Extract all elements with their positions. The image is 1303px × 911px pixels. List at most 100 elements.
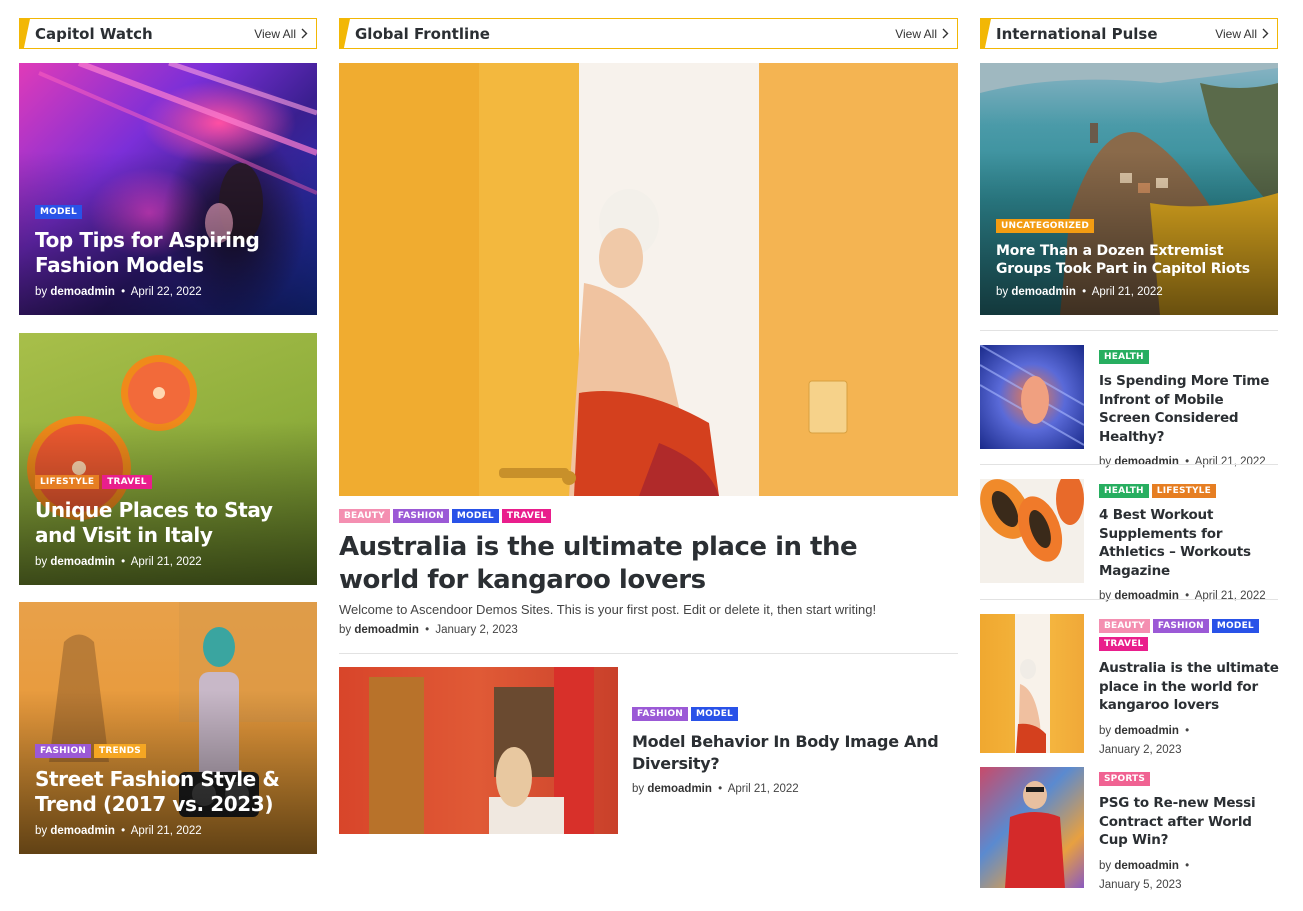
category-badge[interactable]: LIFESTYLE (35, 475, 100, 489)
post-meta: by demoadmin • January 2, 2023 (339, 624, 518, 636)
section-header: Global Frontline View All (339, 18, 958, 49)
view-all-label: View All (254, 26, 296, 41)
category-badge[interactable]: TRAVEL (1099, 637, 1149, 651)
post-date: April 21, 2022 (1091, 286, 1163, 298)
post-meta: by demoadmin • April 22, 2022 (35, 286, 202, 298)
post-title[interactable]: Top Tips for Aspiring Fashion Models (35, 228, 303, 278)
category-badge[interactable]: MODEL (35, 205, 82, 219)
author-link[interactable]: demoadmin (50, 286, 115, 298)
category-list: UNCATEGORIZED (996, 219, 1264, 237)
category-badge[interactable]: MODEL (451, 509, 499, 523)
divider (980, 464, 1278, 465)
post-card-content: LIFESTYLE TRAVEL Unique Places to Stay an… (35, 475, 303, 568)
post-card[interactable]: UNCATEGORIZED More Than a Dozen Extremis… (980, 63, 1278, 315)
category-badge[interactable]: BEAUTY (339, 509, 390, 523)
post-date: April 21, 2022 (130, 825, 202, 837)
post-title[interactable]: Model Behavior In Body Image And Diversi… (632, 731, 952, 775)
category-badge[interactable]: BEAUTY (1099, 619, 1150, 633)
author-link[interactable]: demoadmin (354, 624, 419, 636)
post-card: FASHION MODEL Model Behavior In Body Imag… (339, 667, 958, 834)
author-link[interactable]: demoadmin (50, 556, 115, 568)
section-international-pulse: International Pulse View All UNCATEGORIZ… (980, 18, 1279, 898)
author-link[interactable]: demoadmin (50, 825, 115, 837)
post-thumbnail[interactable] (980, 767, 1084, 888)
category-badge[interactable]: FASHION (632, 707, 689, 721)
category-badge[interactable]: FASHION (35, 744, 92, 758)
post-title[interactable]: Is Spending More Time Infront of Mobile … (1099, 372, 1279, 446)
category-badge[interactable]: TRENDS (94, 744, 146, 758)
author-link[interactable]: demoadmin (1011, 286, 1076, 298)
post-title[interactable]: Australia is the ultimate place in the w… (1099, 659, 1279, 715)
post-title[interactable]: More Than a Dozen Extremist Groups Took … (996, 242, 1264, 278)
divider (980, 330, 1278, 331)
section-header: Capitol Watch View All (19, 18, 317, 49)
interior-decoration (369, 667, 594, 834)
category-badge[interactable]: SPORTS (1099, 772, 1151, 786)
post-date: April 21, 2022 (727, 783, 799, 795)
post-title[interactable]: Street Fashion Style & Trend (2017 vs. 2… (35, 767, 303, 817)
post-thumbnail[interactable] (980, 614, 1084, 753)
post-card-content: FASHION TRENDS Street Fashion Style & Tre… (35, 744, 303, 837)
post-thumbnail[interactable] (980, 345, 1084, 449)
featured-post-image[interactable] (339, 63, 958, 496)
post-card-content: HEALTH LIFESTYLE 4 Best Workout Supplemen… (1099, 484, 1279, 606)
author-link[interactable]: demoadmin (647, 783, 712, 795)
author-link[interactable]: demoadmin (1114, 725, 1179, 737)
post-date: January 5, 2023 (1099, 878, 1182, 891)
category-badge[interactable]: UNCATEGORIZED (996, 219, 1095, 233)
chevron-right-icon (301, 28, 308, 39)
category-badge[interactable]: LIFESTYLE (1151, 484, 1216, 498)
category-list: FASHION MODEL (632, 707, 952, 725)
featured-post-excerpt: Welcome to Ascendoor Demos Sites. This i… (339, 602, 877, 617)
category-list: HEALTH (1099, 350, 1279, 368)
post-date: January 2, 2023 (435, 624, 518, 636)
category-badge[interactable]: TRAVEL (102, 475, 152, 489)
post-card[interactable]: MODEL Top Tips for Aspiring Fashion Mode… (19, 63, 317, 315)
view-all-link[interactable]: View All (1215, 27, 1269, 41)
chevron-right-icon (1262, 28, 1269, 39)
category-badge[interactable]: FASHION (392, 509, 449, 523)
section-title: Capitol Watch (35, 24, 153, 43)
featured-post-title[interactable]: Australia is the ultimate place in the w… (339, 531, 939, 597)
post-card-content: HEALTH Is Spending More Time Infront of … (1099, 350, 1279, 472)
post-meta: by demoadmin • April 21, 2022 (35, 825, 202, 837)
category-badge[interactable]: HEALTH (1099, 484, 1149, 498)
post-card-content: UNCATEGORIZED More Than a Dozen Extremis… (996, 219, 1264, 298)
post-image[interactable] (339, 667, 618, 834)
category-list: LIFESTYLE TRAVEL (35, 475, 303, 493)
view-all-label: View All (1215, 26, 1257, 41)
post-card-content: BEAUTY FASHION MODEL TRAVEL Australia is th… (1099, 619, 1279, 760)
category-badge[interactable]: MODEL (1211, 619, 1259, 633)
category-badge[interactable]: HEALTH (1099, 350, 1149, 364)
post-title[interactable]: Unique Places to Stay and Visit in Italy (35, 498, 303, 548)
view-all-label: View All (895, 26, 937, 41)
author-link[interactable]: demoadmin (1114, 456, 1179, 468)
post-date: January 2, 2023 (1099, 743, 1182, 756)
view-all-link[interactable]: View All (895, 27, 949, 41)
post-date: April 22, 2022 (130, 286, 202, 298)
post-title[interactable]: PSG to Re-new Messi Contract after World… (1099, 794, 1279, 850)
post-title[interactable]: 4 Best Workout Supplements for Athletics… (1099, 506, 1279, 580)
author-link[interactable]: demoadmin (1114, 860, 1179, 872)
post-meta: by demoadmin • April 21, 2022 (632, 783, 799, 795)
post-date: April 21, 2022 (1194, 590, 1266, 602)
category-badge[interactable]: MODEL (691, 707, 738, 721)
post-card[interactable]: FASHION TRENDS Street Fashion Style & Tre… (19, 602, 317, 854)
divider (339, 653, 958, 654)
post-meta: by demoadmin • April 21, 2022 (1099, 590, 1266, 602)
section-capitol-watch: Capitol Watch View All MODEL Top Tips fo… (19, 18, 317, 854)
category-list: SPORTS (1099, 772, 1279, 790)
category-badge[interactable]: FASHION (1152, 619, 1209, 633)
post-card[interactable]: LIFESTYLE TRAVEL Unique Places to Stay an… (19, 333, 317, 585)
category-list: BEAUTYFASHIONMODELTRAVEL (339, 509, 554, 527)
post-meta: by demoadmin • April 21, 2022 (35, 556, 202, 568)
category-badge[interactable]: TRAVEL (501, 509, 552, 523)
section-title: Global Frontline (355, 24, 490, 43)
post-thumbnail[interactable] (980, 479, 1084, 583)
section-title: International Pulse (996, 24, 1158, 43)
view-all-link[interactable]: View All (254, 27, 308, 41)
author-link[interactable]: demoadmin (1114, 590, 1179, 602)
post-card-content: FASHION MODEL Model Behavior In Body Imag… (632, 707, 952, 795)
post-card-content: MODEL Top Tips for Aspiring Fashion Mode… (35, 205, 303, 298)
section-global-frontline: Global Frontline View All BEAUTY FASHION M… (339, 18, 958, 898)
